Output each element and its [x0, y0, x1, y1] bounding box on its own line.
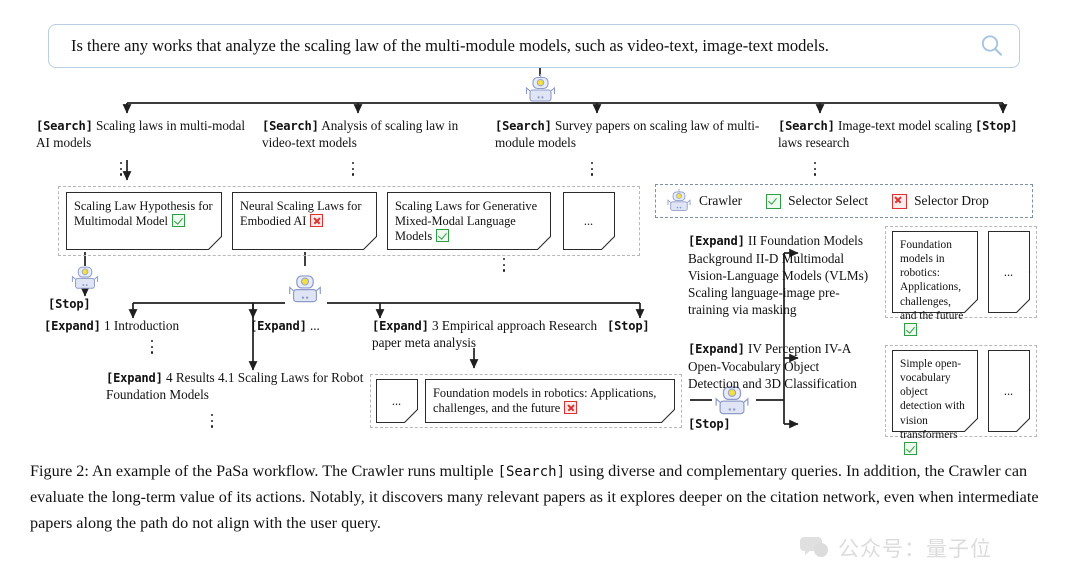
paper-title: ... — [583, 214, 594, 229]
search-query-text: Is there any works that analyze the scal… — [71, 35, 829, 55]
page-fold — [404, 409, 419, 424]
paper-card-more-1[interactable]: ... — [563, 192, 616, 251]
legend-item-select: Selector Select — [766, 193, 868, 209]
action-text: 1 Introduction — [103, 318, 180, 333]
paper-title: ... — [1003, 265, 1014, 280]
paper-card-1[interactable]: Scaling Law Hypothesis for Multimodal Mo… — [66, 192, 223, 251]
red-x-icon — [892, 193, 908, 209]
action-expand-intro[interactable]: [Expand] 1 Introduction — [44, 318, 244, 335]
action-stop-level3[interactable]: [Stop] — [688, 416, 731, 433]
action-search-2[interactable]: [Search] Analysis of scaling law in vide… — [262, 118, 478, 152]
paper-title: Foundation models in robotics: Applicati… — [900, 239, 964, 322]
action-keyword: [Stop] — [975, 119, 1018, 133]
search-bar[interactable]: Is there any works that analyze the scal… — [48, 24, 1020, 68]
caption-label: Figure 2: — [30, 462, 89, 480]
action-keyword: [Search] — [262, 119, 319, 133]
action-stop-root[interactable]: [Stop] — [975, 118, 1065, 135]
action-expand-empirical[interactable]: [Expand] 3 Empirical approach Research p… — [372, 318, 606, 352]
ellipsis-under-results — [211, 414, 214, 431]
caption-mono: [Search] — [497, 464, 565, 480]
action-search-3[interactable]: [Search] Survey papers on scaling law of… — [495, 118, 765, 152]
red-x-icon — [310, 214, 324, 228]
legend-label-select: Selector Select — [788, 193, 869, 208]
caption-part1: An example of the PaSa workflow. The Cra… — [88, 462, 498, 480]
watermark: 公众号：量子位 — [800, 528, 1060, 568]
paper-card-more-4[interactable]: ... — [988, 350, 1031, 433]
action-keyword: [Expand] — [688, 342, 745, 356]
legend-box: Crawler Selector Select Selector Drop — [655, 184, 1033, 218]
legend-item-drop: Selector Drop — [892, 193, 989, 209]
chat-bubble-icon — [800, 537, 828, 557]
paper-card-2[interactable]: Neural Scaling Laws for Embodied AI — [232, 192, 378, 251]
legend-item-crawler: Crawler — [666, 189, 742, 213]
action-text: ... — [309, 318, 320, 333]
action-search-1[interactable]: [Search] Scaling laws in multi-modal AI … — [36, 118, 246, 152]
action-keyword: [Expand] — [44, 319, 101, 333]
ellipsis-under-card-3 — [503, 258, 506, 275]
green-check-icon — [436, 229, 450, 243]
action-expand-foundation[interactable]: [Expand] II Foundation Models Background… — [688, 232, 870, 318]
paper-title: Scaling Laws for Generative Mixed-Modal … — [395, 199, 538, 244]
action-keyword: [Expand] — [688, 234, 745, 248]
action-stop-level2[interactable]: [Stop] — [48, 296, 91, 313]
robot-icon-root — [524, 74, 557, 109]
green-check-icon — [171, 214, 185, 228]
page-fold — [1016, 299, 1031, 314]
action-keyword: [Search] — [778, 119, 835, 133]
paper-title: Foundation models in robotics: Applicati… — [433, 386, 657, 416]
ellipsis-under-intro — [151, 340, 154, 357]
action-search-4[interactable]: [Search] Image-text model scaling laws r… — [778, 118, 978, 152]
paper-card-more-2[interactable]: ... — [376, 379, 419, 424]
action-keyword: [Stop] — [607, 319, 650, 333]
robot-icon — [667, 189, 691, 211]
green-check-icon — [904, 441, 917, 455]
action-expand-perception[interactable]: [Expand] IV Perception IV-A Open-Vocabul… — [688, 340, 860, 392]
ellipsis-under-search-1 — [120, 162, 123, 179]
robot-icon-level2-left — [70, 264, 100, 296]
page-fold — [1016, 418, 1031, 433]
ellipsis-under-search-4 — [814, 162, 817, 179]
figure-caption: Figure 2: An example of the PaSa workflo… — [30, 458, 1052, 537]
action-keyword: [Search] — [495, 119, 552, 133]
legend-label-crawler: Crawler — [699, 193, 743, 208]
paper-title: Scaling Law Hypothesis for Multimodal Mo… — [74, 199, 213, 229]
robot-icon-level2-center — [287, 272, 323, 310]
paper-card-more-3[interactable]: ... — [988, 231, 1031, 314]
ellipsis-under-search-3 — [591, 162, 594, 179]
paper-card-3[interactable]: Scaling Laws for Generative Mixed-Modal … — [387, 192, 552, 251]
action-keyword: [Expand] — [106, 371, 163, 385]
paper-title: Neural Scaling Laws for Embodied AI — [240, 199, 362, 229]
legend-label-drop: Selector Drop — [914, 193, 989, 208]
action-keyword: [Search] — [36, 119, 93, 133]
watermark-text: 公众号：量子位 — [838, 537, 992, 561]
action-expand-results[interactable]: [Expand] 4 Results 4.1 Scaling Laws for … — [106, 370, 372, 404]
action-keyword: [Stop] — [688, 417, 731, 431]
green-check-icon — [766, 193, 782, 209]
action-expand-more[interactable]: [Expand] ... — [250, 318, 375, 335]
paper-title: ... — [1003, 384, 1014, 399]
search-icon[interactable] — [965, 33, 1019, 59]
action-keyword: [Expand] — [250, 319, 307, 333]
page-fold — [601, 236, 616, 251]
paper-title: Simple open-vocabulary object detection … — [900, 358, 965, 441]
paper-card-6[interactable]: Simple open-vocabulary object detection … — [892, 350, 979, 455]
action-stop-level2b[interactable]: [Stop] — [607, 318, 650, 335]
paper-title: ... — [391, 394, 402, 409]
red-x-icon — [564, 401, 578, 415]
action-keyword: [Stop] — [48, 297, 91, 311]
page-fold — [363, 236, 378, 251]
action-keyword: [Expand] — [372, 319, 429, 333]
figure-container: Is there any works that analyze the scal… — [0, 0, 1080, 579]
page-fold — [208, 236, 223, 251]
ellipsis-under-search-2 — [352, 162, 355, 179]
paper-card-5[interactable]: Foundation models in robotics: Applicati… — [892, 231, 979, 336]
green-check-icon — [904, 322, 917, 336]
paper-card-4[interactable]: Foundation models in robotics: Applicati… — [425, 379, 676, 424]
